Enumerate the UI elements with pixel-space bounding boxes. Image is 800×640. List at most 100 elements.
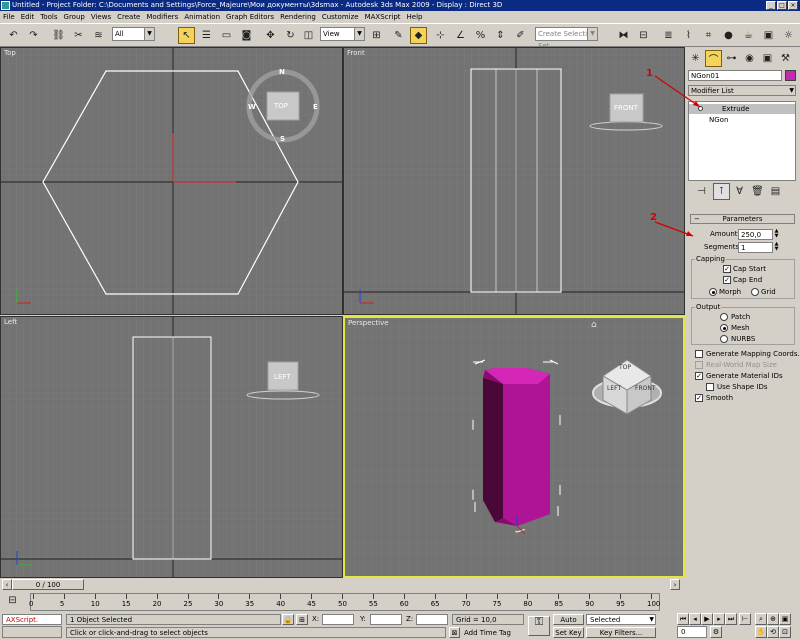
patch-radio[interactable] xyxy=(720,313,728,321)
display-tab-icon[interactable]: ▣ xyxy=(759,50,776,67)
set-key-button[interactable]: Set Key xyxy=(553,627,584,638)
render-setup-icon[interactable]: ☕ xyxy=(740,27,757,44)
window-crossing-icon[interactable]: ◙ xyxy=(238,27,255,44)
time-tag-icon[interactable]: ⊠ xyxy=(449,627,460,638)
mesh-radio[interactable] xyxy=(720,324,728,332)
generate-material-ids-checkbox[interactable]: ✓ xyxy=(695,372,703,380)
key-icon[interactable]: ⚿ xyxy=(528,616,550,636)
add-time-tag-label[interactable]: Add Time Tag xyxy=(464,629,511,637)
lock-selection-icon[interactable]: 🔒 xyxy=(282,614,294,625)
angle-snap-icon[interactable]: ∠ xyxy=(452,27,469,44)
remove-modifier-icon[interactable]: 🗑 xyxy=(749,183,766,200)
configure-modifier-sets-icon[interactable]: ▤ xyxy=(767,183,784,200)
hierarchy-tab-icon[interactable]: ⊶ xyxy=(723,50,740,67)
viewport-label-front[interactable]: Front xyxy=(347,49,365,57)
curve-editor-icon[interactable]: ⌇ xyxy=(680,27,697,44)
rotate-icon[interactable]: ↻ xyxy=(282,27,299,44)
segments-spinner[interactable]: ▲ ▼ xyxy=(773,242,780,252)
utilities-tab-icon[interactable]: ⚒ xyxy=(777,50,794,67)
time-slider-thumb[interactable]: 0 / 100 xyxy=(12,579,84,590)
menu-modifiers[interactable]: Modifiers xyxy=(143,11,181,23)
move-icon[interactable]: ✥ xyxy=(262,27,279,44)
menu-rendering[interactable]: Rendering xyxy=(277,11,319,23)
viewport-label-perspective[interactable]: Perspective xyxy=(348,319,389,327)
motion-tab-icon[interactable]: ◉ xyxy=(741,50,758,67)
select-by-name-icon[interactable]: ☰ xyxy=(198,27,215,44)
key-filters-button[interactable]: Key Filters... xyxy=(586,627,656,638)
keyboard-shortcut-override-icon[interactable]: ◆ xyxy=(410,27,427,44)
spinner-snap-icon[interactable]: ⇕ xyxy=(492,27,509,44)
unlink-icon[interactable]: ✂ xyxy=(70,27,87,44)
menu-customize[interactable]: Customize xyxy=(319,11,362,23)
z-coordinate-field[interactable] xyxy=(416,614,448,625)
named-selection-sets-dropdown[interactable]: Create Selection Set ▼ xyxy=(535,27,598,50)
prev-frame-icon[interactable]: ‹ xyxy=(2,579,12,590)
grid-radio[interactable] xyxy=(751,288,759,296)
x-coordinate-field[interactable] xyxy=(322,614,354,625)
link-icon[interactable]: ⛓ xyxy=(50,27,67,44)
menu-file[interactable]: File xyxy=(0,11,18,23)
track-bar[interactable]: ⊟ 0 5 10 15 20 25 30 35 40 45 50 55 60 65 70 75 80 85 90 95… xyxy=(0,591,684,613)
make-unique-icon[interactable]: ∀ xyxy=(731,183,748,200)
home-icon[interactable]: ⌂ xyxy=(591,320,597,330)
select-manipulate-icon[interactable]: ✎ xyxy=(390,27,407,44)
object-color-swatch[interactable] xyxy=(785,70,796,81)
auto-key-button[interactable]: Auto Key xyxy=(553,614,584,634)
mirror-icon[interactable]: ⧓ xyxy=(615,27,632,44)
redo-icon[interactable]: ↷ xyxy=(25,27,42,44)
menu-create[interactable]: Create xyxy=(114,11,143,23)
time-slider[interactable]: ‹ 0 / 100 › xyxy=(0,578,684,591)
cap-end-checkbox[interactable]: ✓ xyxy=(723,276,731,284)
menu-group[interactable]: Group xyxy=(61,11,88,23)
material-editor-icon[interactable]: ● xyxy=(720,27,737,44)
select-object-icon[interactable]: ↖ xyxy=(178,27,195,44)
cap-start-checkbox[interactable]: ✓ xyxy=(723,265,731,273)
viewport-label-top[interactable]: Top xyxy=(4,49,16,57)
track-bar-ruler[interactable]: 0 5 10 15 20 25 30 35 40 45 50 55 60 65 70 75 80 85 90 95 10… xyxy=(29,593,660,611)
amount-spinner[interactable]: ▲ ▼ xyxy=(773,229,780,239)
viewport-top[interactable]: Top TOP N E W S xyxy=(0,47,343,315)
use-shape-ids-checkbox[interactable] xyxy=(706,383,714,391)
viewport-label-left[interactable]: Left xyxy=(4,318,17,326)
percent-snap-icon[interactable]: % xyxy=(472,27,489,44)
menu-maxscript[interactable]: MAXScript xyxy=(362,11,404,23)
maximize-button[interactable]: □ xyxy=(777,1,787,10)
menu-graph-editors[interactable]: Graph Editors xyxy=(223,11,277,23)
real-world-map-checkbox[interactable] xyxy=(695,361,703,369)
bind-space-warp-icon[interactable]: ≋ xyxy=(90,27,107,44)
viewport-perspective[interactable]: Perspective ⌂ TOP FRONT LEFT xyxy=(343,316,685,578)
quick-render-icon[interactable]: ☼ xyxy=(780,27,797,44)
menu-edit[interactable]: Edit xyxy=(18,11,38,23)
generate-mapping-checkbox[interactable] xyxy=(695,350,703,358)
edit-named-selection-icon[interactable]: ✐ xyxy=(512,27,529,44)
scale-icon[interactable]: ◫ xyxy=(300,27,317,44)
align-icon[interactable]: ⊟ xyxy=(635,27,652,44)
key-mode-dropdown[interactable]: Selected ▼ xyxy=(586,614,656,625)
menu-help[interactable]: Help xyxy=(404,11,426,23)
schematic-view-icon[interactable]: ⌗ xyxy=(700,27,717,44)
show-end-result-icon[interactable]: ⊺ xyxy=(713,183,730,200)
absolute-mode-icon[interactable]: ⊞ xyxy=(296,614,308,625)
segments-field[interactable]: 1 xyxy=(738,242,773,253)
viewport-left[interactable]: Left LEFT xyxy=(0,316,343,578)
selection-region-icon[interactable]: ▭ xyxy=(218,27,235,44)
reference-coordinate-dropdown[interactable]: View ▼ xyxy=(320,27,365,41)
amount-field[interactable]: 250,0 xyxy=(738,229,773,240)
snaps-toggle-icon[interactable]: ⊹ xyxy=(432,27,449,44)
selection-filter-dropdown[interactable]: All ▼ xyxy=(112,27,155,41)
nurbs-radio[interactable] xyxy=(720,335,728,343)
maxscript-listener[interactable]: AXScript. xyxy=(2,614,62,625)
undo-icon[interactable]: ↶ xyxy=(5,27,22,44)
menu-tools[interactable]: Tools xyxy=(37,11,60,23)
smooth-checkbox[interactable]: ✓ xyxy=(695,394,703,402)
close-button[interactable]: × xyxy=(788,1,798,10)
next-frame-icon[interactable]: › xyxy=(670,579,680,590)
pivot-center-icon[interactable]: ⊞ xyxy=(368,27,385,44)
render-frame-icon[interactable]: ▣ xyxy=(760,27,777,44)
menu-animation[interactable]: Animation xyxy=(181,11,223,23)
menu-views[interactable]: Views xyxy=(88,11,114,23)
layer-manager-icon[interactable]: ≣ xyxy=(660,27,677,44)
morph-radio[interactable] xyxy=(709,288,717,296)
mini-curve-editor-icon[interactable]: ⊟ xyxy=(4,592,21,609)
minimize-button[interactable]: _ xyxy=(766,1,776,10)
